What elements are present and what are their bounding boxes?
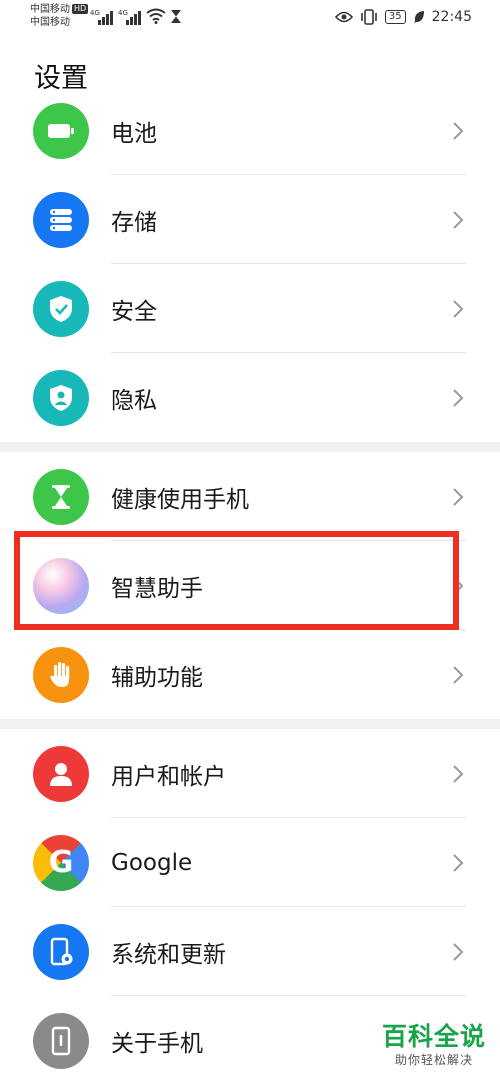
chevron-right-icon — [453, 665, 464, 684]
eye-icon — [334, 11, 353, 23]
status-bar: 中国移动 HD 中国移动 4G 4G 35 22:45 — [30, 3, 472, 29]
settings-item-privacy[interactable]: 隐私 — [0, 353, 500, 442]
chevron-right-icon — [453, 764, 464, 783]
settings-item-label: 存储 — [111, 209, 157, 236]
chevron-right-icon — [453, 487, 464, 506]
hand-icon — [33, 646, 89, 703]
vibrate-icon — [361, 9, 377, 25]
hd-badge: HD — [72, 4, 89, 14]
settings-item-label: 关于手机 — [111, 1030, 203, 1057]
section-gap — [0, 442, 500, 452]
battery-indicator: 35 — [384, 10, 406, 24]
settings-item-label: 安全 — [111, 298, 157, 325]
carrier-info: 中国移动 HD 中国移动 — [30, 3, 89, 29]
settings-item-digital-balance[interactable]: 健康使用手机 — [0, 452, 500, 541]
watermark-main: 百科全说 — [381, 1022, 486, 1051]
leaf-icon — [413, 11, 424, 23]
chevron-right-icon — [453, 210, 464, 229]
settings-item-accessibility[interactable]: 辅助功能 — [0, 630, 500, 719]
phone-info-icon — [33, 1012, 89, 1069]
settings-item-security[interactable]: 安全 — [0, 264, 500, 353]
chevron-right-icon — [453, 121, 464, 140]
carrier-2: 中国移动 — [30, 17, 70, 28]
battery-icon — [33, 102, 89, 159]
settings-item-label: Google — [111, 849, 193, 876]
settings-item-label: 隐私 — [111, 387, 157, 414]
chevron-right-icon — [453, 299, 464, 318]
status-right: 35 22:45 — [334, 6, 472, 28]
system-update-icon — [33, 923, 89, 980]
shield-icon — [33, 280, 89, 337]
settings-item-system-updates[interactable]: 系统和更新 — [0, 907, 500, 996]
settings-item-label: 用户和帐户 — [111, 763, 226, 790]
settings-item-label: 系统和更新 — [111, 941, 226, 968]
section-gap — [0, 719, 500, 729]
carrier-1: 中国移动 — [30, 4, 70, 15]
google-icon: G — [33, 834, 89, 891]
settings-item-users-accounts[interactable]: 用户和帐户 — [0, 729, 500, 818]
watermark-sub: 助你轻松解决 — [394, 1053, 473, 1067]
privacy-icon — [33, 369, 89, 426]
chevron-right-icon — [453, 853, 464, 872]
settings-item-label: 辅助功能 — [111, 664, 203, 691]
chevron-right-icon — [453, 942, 464, 961]
user-icon — [33, 745, 89, 802]
wifi-icon — [146, 8, 166, 28]
settings-item-label: 健康使用手机 — [111, 486, 249, 513]
settings-item-battery[interactable]: 电池 — [0, 86, 500, 175]
hourglass-icon — [33, 468, 89, 525]
highlight-box — [14, 531, 459, 630]
storage-icon — [33, 191, 89, 248]
chevron-right-icon — [453, 388, 464, 407]
hourglass-status-icon — [170, 9, 182, 28]
settings-item-storage[interactable]: 存储 — [0, 175, 500, 264]
settings-item-google[interactable]: G Google — [0, 818, 500, 907]
clock: 22:45 — [431, 9, 472, 25]
watermark: 百科全说 助你轻松解决 — [382, 1022, 486, 1068]
settings-item-label: 电池 — [111, 120, 157, 147]
